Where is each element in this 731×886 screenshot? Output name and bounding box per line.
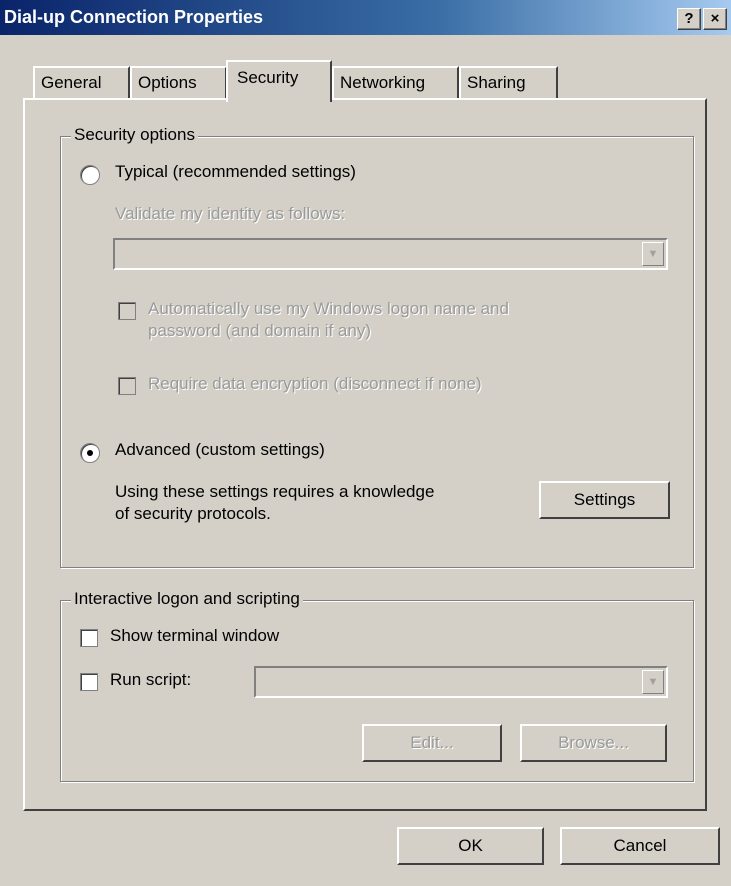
tab-sharing[interactable]: Sharing bbox=[459, 66, 558, 99]
auto-logon-checkbox[interactable] bbox=[118, 302, 136, 320]
chevron-down-icon[interactable]: ▼ bbox=[642, 670, 664, 694]
run-script-label[interactable]: Run script: bbox=[110, 670, 191, 690]
advanced-description-line2: of security protocols. bbox=[115, 504, 271, 523]
ok-button[interactable]: OK bbox=[397, 827, 544, 865]
security-options-legend: Security options bbox=[71, 125, 198, 145]
tab-options[interactable]: Options bbox=[130, 66, 227, 99]
advanced-radio[interactable] bbox=[80, 443, 100, 463]
typical-label[interactable]: Typical (recommended settings) bbox=[115, 162, 356, 182]
cancel-button[interactable]: Cancel bbox=[560, 827, 720, 865]
interactive-logon-legend: Interactive logon and scripting bbox=[71, 589, 303, 609]
tab-networking[interactable]: Networking bbox=[332, 66, 459, 99]
edit-button[interactable]: Edit... bbox=[362, 724, 502, 762]
title-bar[interactable]: Dial-up Connection Properties ? × bbox=[0, 0, 731, 35]
browse-button[interactable]: Browse... bbox=[520, 724, 667, 762]
run-script-dropdown[interactable]: ▼ bbox=[254, 666, 668, 698]
help-button[interactable]: ? bbox=[677, 8, 701, 30]
typical-radio[interactable] bbox=[80, 165, 100, 185]
auto-logon-label-line2: password (and domain if any) bbox=[148, 321, 372, 340]
security-tab-panel: Security options Typical (recommended se… bbox=[23, 98, 707, 811]
validate-identity-dropdown[interactable]: ▼ bbox=[113, 238, 668, 270]
tab-security[interactable]: Security bbox=[226, 60, 332, 102]
require-encryption-checkbox[interactable] bbox=[118, 377, 136, 395]
show-terminal-checkbox[interactable] bbox=[80, 629, 98, 647]
run-script-checkbox[interactable] bbox=[80, 673, 98, 691]
validate-identity-label: Validate my identity as follows: bbox=[115, 204, 346, 223]
advanced-label[interactable]: Advanced (custom settings) bbox=[115, 440, 325, 460]
window-title: Dial-up Connection Properties bbox=[4, 7, 264, 27]
close-button[interactable]: × bbox=[703, 8, 727, 30]
advanced-description-line1: Using these settings requires a knowledg… bbox=[115, 482, 435, 501]
auto-logon-label-line1: Automatically use my Windows logon name … bbox=[148, 299, 509, 318]
show-terminal-label[interactable]: Show terminal window bbox=[110, 626, 279, 646]
require-encryption-label: Require data encryption (disconnect if n… bbox=[148, 374, 482, 393]
chevron-down-icon[interactable]: ▼ bbox=[642, 242, 664, 266]
settings-button[interactable]: Settings bbox=[539, 481, 670, 519]
tab-general[interactable]: General bbox=[33, 66, 130, 99]
